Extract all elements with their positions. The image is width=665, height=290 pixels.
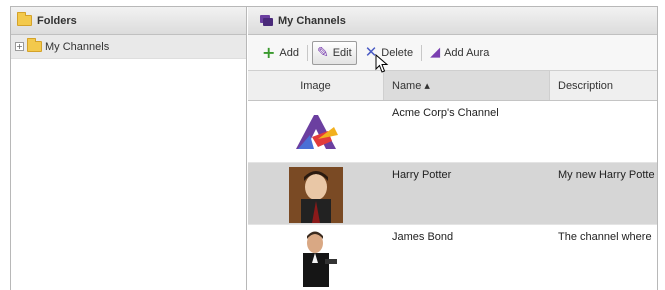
image-cell — [248, 225, 384, 290]
add-aura-button[interactable]: ◢ Add Aura — [426, 41, 493, 65]
name-cell: Harry Potter — [392, 169, 452, 181]
description-cell: My new Harry Potte — [558, 169, 655, 181]
channels-panel: My Channels + Add ✎ Edit ✕ Delete ◢ Add … — [248, 7, 657, 290]
folders-panel: Folders + My Channels — [11, 7, 247, 290]
table-row[interactable]: Acme Corp's Channel — [248, 101, 657, 163]
app-frame: Folders + My Channels My Channels + Add … — [10, 6, 658, 290]
grid-header: Image Name ▴ Description — [248, 71, 657, 101]
description-cell: The channel where — [558, 231, 652, 243]
column-header-name[interactable]: Name ▴ — [384, 71, 550, 100]
edit-button[interactable]: ✎ Edit — [311, 40, 357, 65]
table-row-selected[interactable]: Harry Potter My new Harry Potte — [248, 163, 657, 225]
add-aura-button-label: Add Aura — [444, 46, 490, 59]
toolbar: + Add ✎ Edit ✕ Delete ◢ Add Aura — [248, 35, 657, 71]
harry-potter-thumbnail — [289, 167, 343, 223]
column-header-image[interactable]: Image — [248, 71, 384, 100]
james-bond-thumbnail — [293, 229, 339, 287]
channels-panel-title: My Channels — [278, 14, 346, 27]
add-button-label: Add — [279, 46, 299, 59]
toolbar-separator — [306, 44, 308, 61]
plus-icon: + — [262, 42, 276, 62]
edit-button-label: Edit — [332, 46, 352, 59]
image-cell — [248, 163, 384, 224]
acme-logo-thumbnail — [288, 109, 344, 159]
tree-item-label: My Channels — [45, 40, 110, 53]
channels-icon — [260, 15, 273, 26]
tree-item-my-channels[interactable]: + My Channels — [11, 35, 246, 59]
name-cell: James Bond — [392, 231, 454, 243]
add-button[interactable]: + Add — [258, 41, 303, 65]
description-cell — [550, 101, 657, 162]
column-header-description[interactable]: Description — [550, 71, 657, 100]
toolbar-separator — [421, 44, 423, 61]
channels-panel-header: My Channels — [248, 7, 657, 35]
table-row[interactable]: James Bond The channel where — [248, 225, 657, 290]
aura-icon: ◢ — [430, 45, 441, 60]
expand-icon[interactable]: + — [15, 42, 24, 51]
folders-panel-title: Folders — [37, 14, 77, 27]
name-cell: Acme Corp's Channel — [392, 107, 499, 119]
pencil-icon: ✎ — [316, 44, 329, 61]
folder-icon — [27, 38, 42, 52]
folder-icon — [17, 12, 32, 26]
folders-panel-header: Folders — [11, 7, 246, 35]
image-cell — [248, 101, 384, 162]
